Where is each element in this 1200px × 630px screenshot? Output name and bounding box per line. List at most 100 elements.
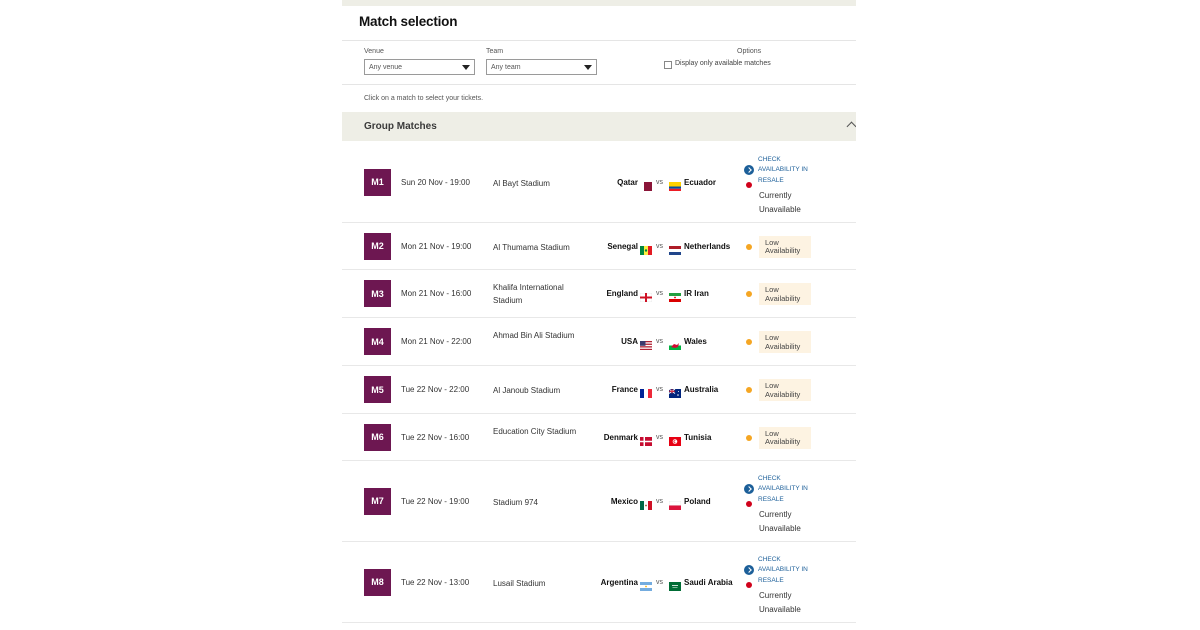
match-venue: Education City Stadium (493, 426, 577, 436)
availability-badge: Low Availability (759, 235, 811, 258)
check-resale-link[interactable]: CHECK AVAILABILITY IN RESALE (758, 555, 818, 587)
away-team-name: Netherlands (684, 241, 731, 251)
match-venue: Lusail Stadium (493, 578, 546, 588)
match-row[interactable]: M4 Mon 21 Nov - 22:00 Ahmad Bin Ali Stadiu… (342, 318, 856, 366)
unavailable-dot-icon (746, 181, 752, 188)
match-row[interactable]: M8 Tue 22 Nov - 13:00 Lusail Stadium Argent… (342, 542, 856, 623)
team-filter-label: Team (486, 48, 504, 55)
availability-badge: Low Availability (759, 283, 811, 305)
match-row[interactable]: M2 Mon 21 Nov - 19:00 Al Thumama Stadium Se… (342, 223, 856, 270)
chevron-up-icon[interactable] (846, 121, 856, 132)
match-row[interactable]: M7 Tue 22 Nov - 19:00 Stadium 974 Mexico vs P… (342, 461, 856, 542)
match-row[interactable]: M1 Sun 20 Nov - 19:00 Al Bayt Stadium Qatar… (342, 142, 856, 223)
check-resale-link[interactable]: CHECK AVAILABILITY IN RESALE (758, 155, 818, 187)
instruction-text: Click on a match to select your tickets. (364, 95, 484, 102)
match-venue: Ahmad Bin Ali Stadium (493, 331, 575, 340)
venue-select-value: Any venue (369, 64, 403, 71)
arrow-circle-icon[interactable] (744, 164, 754, 175)
saudi-arabia-flag-icon (669, 578, 681, 591)
match-date: Tue 22 Nov - 19:00 (401, 496, 470, 506)
resale-status: CHECK AVAILABILITY IN RESALE Currently Un… (744, 155, 814, 215)
match-code-badge: M5 (364, 376, 391, 403)
match-selection-panel: Match selection Venue Any venue Team Any… (342, 0, 856, 630)
match-code-badge: M2 (364, 232, 391, 260)
match-code-badge: M8 (364, 568, 391, 596)
ecuador-flag-icon (669, 178, 681, 191)
home-team-name: Senegal (607, 241, 638, 251)
match-date: Tue 22 Nov - 13:00 (401, 577, 470, 587)
arrow-circle-icon[interactable] (744, 483, 754, 494)
available-only-label[interactable]: Display only available matches (675, 60, 771, 67)
group-matches-header[interactable]: Group Matches (342, 112, 856, 141)
away-team-name: Poland (684, 496, 711, 506)
availability-text: Low Availability (765, 333, 801, 351)
match-code-badge: M4 (364, 328, 391, 355)
argentina-flag-icon (640, 578, 652, 591)
availability-text: Low Availability (765, 237, 801, 255)
home-team-name: USA (621, 337, 638, 346)
match-row[interactable]: M5 Tue 22 Nov - 22:00 Al Janoub Stadium Fra… (342, 366, 856, 414)
away-team-name: IR Iran (684, 289, 709, 298)
availability-badge: Low Availability (759, 426, 811, 449)
venue-select[interactable]: Any venue (364, 59, 475, 75)
unavailable-dot-icon (746, 500, 752, 507)
vs-label: vs (656, 433, 663, 441)
mexico-flag-icon (640, 497, 652, 510)
away-team-name: Wales (684, 337, 707, 346)
qatar-flag-icon (640, 178, 652, 191)
group-title: Group Matches (364, 121, 437, 132)
vs-label: vs (656, 242, 663, 250)
match-venue: Khalifa International Stadium (493, 283, 564, 305)
divider (342, 40, 856, 41)
vs-label: vs (656, 178, 663, 186)
availability-text: Low Availability (765, 428, 801, 446)
availability-dot-icon (746, 243, 752, 250)
arrow-circle-icon[interactable] (744, 564, 754, 575)
match-venue: Stadium 974 (493, 497, 538, 507)
page-title: Match selection (359, 14, 458, 29)
venue-filter-label: Venue (364, 48, 384, 55)
vs-label: vs (656, 338, 663, 345)
netherlands-flag-icon (669, 242, 681, 255)
match-row[interactable]: M6 Tue 22 Nov - 16:00 Education City Stadi… (342, 414, 856, 461)
home-team-name: Mexico (610, 496, 638, 506)
wales-flag-icon (669, 337, 681, 350)
home-team-name: England (606, 289, 638, 298)
iran-flag-icon (669, 289, 681, 302)
vs-label: vs (656, 578, 663, 586)
unavailable-text: Currently Unavailable (759, 190, 801, 214)
match-code-badge: M3 (364, 280, 391, 307)
team-select-value: Any team (491, 64, 521, 71)
availability-dot-icon (746, 434, 752, 441)
unavailable-text: Currently Unavailable (759, 590, 801, 614)
match-venue: Al Thumama Stadium (493, 242, 570, 252)
tunisia-flag-icon (669, 433, 681, 446)
resale-status: CHECK AVAILABILITY IN RESALE Currently Un… (744, 555, 814, 615)
options-label: Options (737, 48, 762, 55)
usa-flag-icon (640, 337, 652, 350)
available-only-checkbox[interactable] (664, 61, 672, 69)
team-select[interactable]: Any team (486, 59, 597, 75)
resale-status: CHECK AVAILABILITY IN RESALE Currently Un… (744, 474, 814, 534)
match-row[interactable]: M3 Mon 21 Nov - 16:00 Khalifa Internationa… (342, 270, 856, 318)
check-resale-link[interactable]: CHECK AVAILABILITY IN RESALE (758, 474, 818, 506)
home-team-name: Denmark (603, 432, 638, 442)
availability-text: Low Availability (765, 285, 801, 303)
match-date: Mon 21 Nov - 19:00 (401, 241, 472, 251)
away-team-name: Tunisia (684, 432, 712, 442)
top-bar (342, 0, 856, 6)
match-date: Mon 21 Nov - 16:00 (401, 289, 472, 298)
australia-flag-icon (668, 385, 681, 398)
vs-label: vs (656, 497, 663, 505)
senegal-flag-icon (640, 242, 652, 255)
match-venue: Al Janoub Stadium (493, 386, 561, 395)
unavailable-dot-icon (746, 581, 752, 588)
caret-down-icon (584, 65, 592, 70)
availability-dot-icon (746, 291, 752, 297)
match-code-badge: M7 (364, 487, 391, 515)
away-team-name: Australia (684, 385, 719, 394)
availability-dot-icon (746, 339, 752, 345)
availability-text: Low Availability (765, 381, 801, 399)
match-code-badge: M1 (364, 168, 391, 196)
availability-badge: Low Availability (759, 331, 811, 353)
